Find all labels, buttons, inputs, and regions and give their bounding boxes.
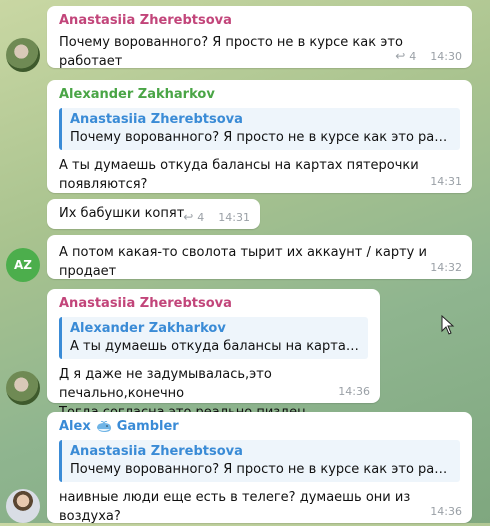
message-text-line: А ты думаешь откуда балансы на картах пя… bbox=[59, 158, 419, 173]
reply-arrow-icon[interactable]: ↩ bbox=[183, 210, 193, 224]
avatar-az[interactable]: AZ bbox=[6, 248, 40, 282]
reply-quote-author: Anastasiia Zherebtsova bbox=[70, 112, 243, 127]
message-meta: 14:36 bbox=[338, 385, 370, 398]
message-author[interactable]: Alex Gambler bbox=[59, 418, 460, 436]
avatar-alex[interactable] bbox=[6, 489, 40, 523]
message-time: 14:36 bbox=[430, 505, 462, 518]
avatar-anastasiia[interactable] bbox=[6, 371, 40, 405]
reply-count[interactable]: 4 bbox=[197, 211, 204, 224]
message-text-line: появляются? bbox=[59, 177, 148, 192]
message-author[interactable]: Alexander Zakharkov bbox=[59, 86, 460, 104]
message-bubble[interactable]: Anastasiia Zherebtsova Почему ворованног… bbox=[47, 6, 472, 69]
reply-quote-text: Почему ворованного? Я просто не в курсе … bbox=[70, 462, 452, 477]
author-suffix: Gambler bbox=[116, 419, 179, 434]
message-text: наивные люди еще есть в телеге? думаешь … bbox=[59, 490, 411, 524]
reply-quote-author: Alexander Zakharkov bbox=[70, 321, 226, 336]
reply-quote-text: Почему ворованного? Я просто не в курсе … bbox=[70, 130, 452, 145]
message-bubble[interactable]: Alex Gambler Anastasiia Zherebtsova Поче… bbox=[47, 412, 472, 524]
message-time: 14:31 bbox=[218, 210, 250, 224]
message-text-line: Д я даже не задумывалась,это печально,ко… bbox=[59, 367, 272, 401]
message-time: 14:30 bbox=[430, 49, 462, 63]
reply-arrow-icon[interactable]: ↩ bbox=[395, 49, 405, 63]
message-time: 14:32 bbox=[430, 261, 462, 274]
message-text: А потом какая-то сволота тырит их аккаун… bbox=[59, 245, 427, 279]
reply-quote[interactable]: Anastasiia Zherebtsova Почему ворованног… bbox=[59, 440, 460, 482]
reply-quote-author: Anastasiia Zherebtsova bbox=[70, 444, 243, 459]
chat-history: Anastasiia Zherebtsova Почему ворованног… bbox=[0, 0, 490, 524]
reply-count[interactable]: 4 bbox=[409, 50, 416, 63]
message-meta: 14:32 bbox=[430, 261, 462, 274]
message-bubble[interactable]: Их бабушки копят ↩ 4 14:31 bbox=[47, 199, 260, 229]
message-bubble[interactable]: А потом какая-то сволота тырит их аккаун… bbox=[47, 235, 472, 279]
message-author[interactable]: Anastasiia Zherebtsova bbox=[59, 295, 368, 313]
whale-emoji-icon bbox=[95, 420, 113, 433]
message-meta: 14:31 bbox=[430, 175, 462, 188]
message-time: 14:31 bbox=[430, 175, 462, 188]
reply-quote[interactable]: Anastasiia Zherebtsova Почему ворованног… bbox=[59, 108, 460, 150]
message-bubble[interactable]: Alexander Zakharkov Anastasiia Zherebtso… bbox=[47, 80, 472, 193]
message-author[interactable]: Anastasiia Zherebtsova bbox=[59, 12, 460, 30]
message-bubble[interactable]: Anastasiia Zherebtsova Alexander Zakhark… bbox=[47, 289, 380, 420]
message-meta: ↩ 4 14:30 bbox=[395, 49, 462, 63]
avatar-anastasiia[interactable] bbox=[6, 38, 40, 72]
message-time: 14:36 bbox=[338, 385, 370, 398]
message-meta: ↩ 4 14:31 bbox=[183, 210, 250, 224]
author-first-name: Alex bbox=[59, 419, 91, 434]
mouse-cursor-icon bbox=[441, 315, 455, 335]
message-meta: 14:36 bbox=[430, 505, 462, 518]
reply-quote-text: А ты думаешь откуда балансы на картах пя… bbox=[70, 339, 360, 354]
reply-quote[interactable]: Alexander Zakharkov А ты думаешь откуда … bbox=[59, 317, 368, 359]
